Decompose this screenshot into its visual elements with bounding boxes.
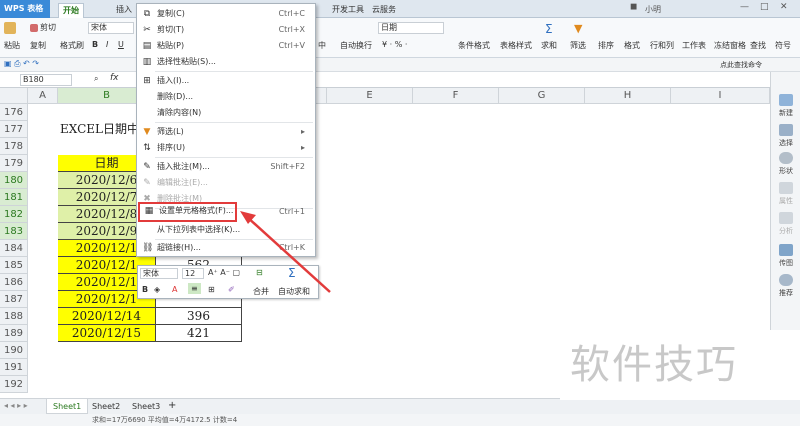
sheet-tab[interactable]: Sheet1 xyxy=(46,399,89,414)
panel-shape-label: 形状 xyxy=(779,167,793,175)
panel-new[interactable]: 新建 xyxy=(771,94,800,118)
panel-properties[interactable]: 属性 xyxy=(771,182,800,206)
status-summary: 求和=17万6690 平均值=4万4172.5 计数=4 xyxy=(92,416,238,424)
sheet-tab[interactable]: Sheet3 xyxy=(126,399,166,414)
analysis-icon xyxy=(779,212,793,224)
panel-shape[interactable]: 形状 xyxy=(771,152,800,176)
recommend-icon xyxy=(779,274,793,286)
sheet-tab[interactable]: Sheet2 xyxy=(86,399,126,414)
sheet-nav-icon[interactable]: ◂ ◂ ▸ ▸ xyxy=(4,401,28,410)
panel-select[interactable]: 选择 xyxy=(771,124,800,148)
panel-new-label: 新建 xyxy=(779,109,793,117)
arrow-shaft xyxy=(245,215,331,293)
status-bar: 求和=17万6690 平均值=4万4172.5 计数=4 xyxy=(0,414,800,426)
panel-select-label: 选择 xyxy=(779,139,793,147)
sheet-tab-bar: ◂ ◂ ▸ ▸ Sheet1 Sheet2 Sheet3 + xyxy=(0,398,800,414)
image-icon xyxy=(779,244,793,256)
properties-icon xyxy=(779,182,793,194)
panel-analysis-label: 分析 xyxy=(779,227,793,235)
panel-analysis[interactable]: 分析 xyxy=(771,212,800,236)
panel-upload-label: 传图 xyxy=(779,259,793,267)
add-sheet-button[interactable]: + xyxy=(168,400,176,411)
watermark: 软件技巧 xyxy=(560,330,800,400)
new-icon xyxy=(779,94,793,106)
panel-properties-label: 属性 xyxy=(779,197,793,205)
panel-recommend[interactable]: 推荐 xyxy=(771,274,800,298)
panel-upload-image[interactable]: 传图 xyxy=(771,244,800,268)
select-icon xyxy=(779,124,793,136)
shape-icon xyxy=(779,152,793,164)
panel-recommend-label: 推荐 xyxy=(779,289,793,297)
